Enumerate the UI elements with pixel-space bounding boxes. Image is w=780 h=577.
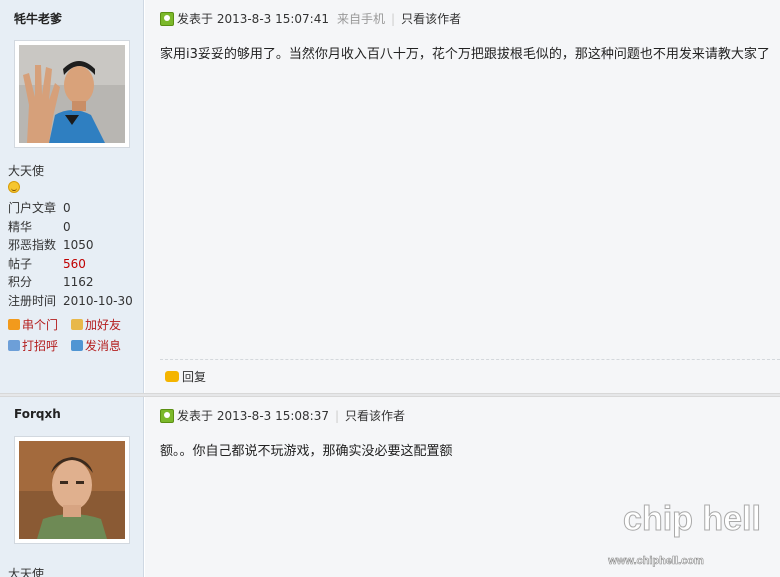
post-time: 发表于 2013-8-3 15:08:37 (177, 409, 329, 423)
author-name[interactable]: Forqxh (14, 407, 61, 421)
avatar-image (19, 441, 125, 539)
greet-icon (8, 340, 20, 351)
avatar[interactable] (14, 40, 130, 148)
greet-label: 打招呼 (22, 339, 59, 353)
stat-row: 积分 1162 (8, 273, 138, 292)
stat-value[interactable]: 0 (63, 201, 71, 215)
greet-link[interactable]: 打招呼 (8, 337, 58, 354)
home-icon (8, 319, 20, 330)
post-meta: 发表于 2013-8-3 15:07:41 来自手机 | 只看该作者 (160, 10, 461, 27)
watermark-logo: chip hell (623, 500, 761, 538)
stat-value[interactable]: 0 (63, 220, 71, 234)
add-friend-icon (71, 319, 83, 330)
post-content: 家用i3妥妥的够用了。当然你月收入百八十万，花个万把跟拔根毛似的，那这种问题也不… (160, 47, 770, 62)
reply-icon (165, 371, 179, 382)
stat-value: 1162 (63, 275, 94, 290)
user-stats: 门户文章 0 精华 0 邪恶指数 1050 帖子 560 积分 1162 注册时间 2010… (8, 199, 138, 311)
stat-value[interactable]: 560 (63, 257, 86, 271)
user-rank: 大天使 (8, 164, 45, 178)
divider: | (335, 409, 340, 423)
author-name[interactable]: 牦牛老爹 (14, 10, 62, 27)
stat-value: 1050 (63, 238, 94, 253)
message-label: 发消息 (85, 339, 122, 353)
post-time: 发表于 2013-8-3 15:07:41 (177, 12, 329, 26)
message-link[interactable]: 发消息 (71, 337, 121, 354)
online-status-icon (160, 12, 174, 26)
stat-row: 注册时间 2010-10-30 (8, 292, 138, 311)
stat-row: 精华 0 (8, 218, 138, 237)
reply-label: 回复 (182, 370, 207, 384)
divider: | (391, 12, 396, 26)
post-body: 发表于 2013-8-3 15:07:41 来自手机 | 只看该作者 家用i3妥妥的够… (145, 0, 780, 393)
avatar[interactable] (14, 436, 130, 544)
stat-row: 帖子 560 (8, 255, 138, 274)
watermark-url: www.chiphell.com (607, 555, 704, 567)
stat-label: 积分 (8, 275, 33, 290)
only-author-link[interactable]: 只看该作者 (345, 409, 405, 423)
stat-row: 门户文章 0 (8, 199, 138, 218)
author-sidebar: Forqxh 大天使 (0, 397, 144, 577)
stat-label: 帖子 (8, 256, 33, 271)
author-sidebar: 牦牛老爹 大天使 门户文章 0 精华 0 邪恶指数 1050 帖子 560 积分 1162… (0, 0, 144, 393)
add-friend-link[interactable]: 加好友 (71, 316, 121, 333)
chiphell-watermark: chip hell www.chiphell.com (607, 500, 762, 568)
post-source[interactable]: 来自手机 (337, 12, 385, 26)
avatar-image (19, 45, 125, 143)
smiley-icon (8, 181, 20, 193)
post-1: 牦牛老爹 大天使 门户文章 0 精华 0 邪恶指数 1050 帖子 560 积分 1162… (0, 0, 780, 393)
stat-label: 门户文章 (8, 201, 57, 215)
divider (160, 359, 780, 360)
stat-label: 邪恶指数 (8, 238, 57, 253)
only-author-link[interactable]: 只看该作者 (401, 12, 461, 26)
visit-link[interactable]: 串个门 (8, 316, 58, 333)
stat-value: 2010-10-30 (63, 293, 133, 308)
post-content: 额。。你自己都说不玩游戏，那确实没必要这配置额 (160, 444, 453, 459)
stat-label: 精华 (8, 219, 33, 234)
user-rank: 大天使 (8, 567, 45, 577)
stat-row: 邪恶指数 1050 (8, 236, 138, 255)
visit-label: 串个门 (22, 318, 59, 332)
reply-button[interactable]: 回复 (165, 368, 206, 385)
envelope-icon (71, 340, 83, 351)
stat-label: 注册时间 (8, 293, 57, 308)
post-meta: 发表于 2013-8-3 15:08:37 | 只看该作者 (160, 407, 405, 424)
online-status-icon (160, 409, 174, 423)
add-friend-label: 加好友 (85, 318, 122, 332)
